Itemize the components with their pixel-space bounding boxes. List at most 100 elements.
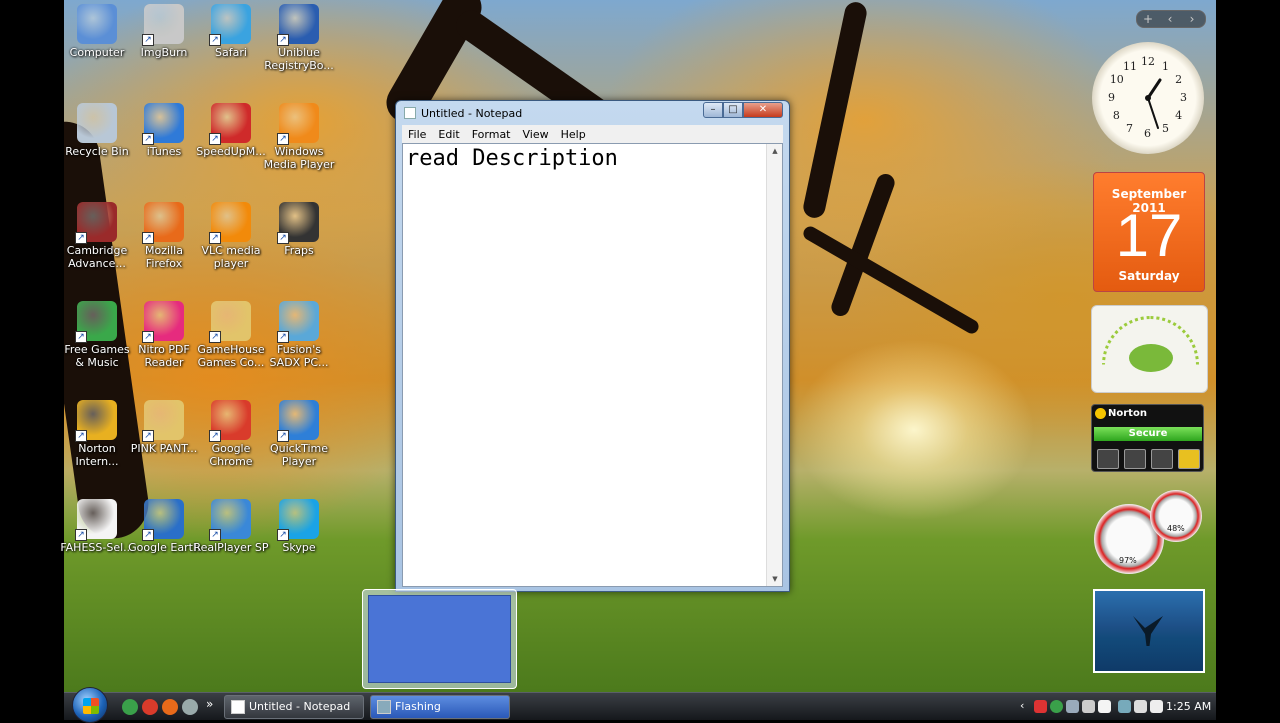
taskbar-button-flashing[interactable]: Flashing <box>370 695 510 719</box>
prev-gadget-button[interactable]: ‹ <box>1159 11 1181 27</box>
norton-update-icon[interactable] <box>1178 449 1200 469</box>
scroll-up-icon[interactable]: ▲ <box>767 144 783 158</box>
document-icon: ↗ <box>75 499 117 541</box>
desktop-icon[interactable]: Computer <box>59 4 135 59</box>
tray-expand-icon[interactable]: ‹ <box>1020 699 1024 712</box>
desktop-icon[interactable]: ↗ Nitro PDF Reader <box>126 301 202 369</box>
desktop-icon-label: GameHouse Games Co... <box>197 343 265 369</box>
desktop-icon[interactable]: ↗ Windows Media Player <box>261 103 337 171</box>
book-icon: ↗ <box>75 202 117 244</box>
clock-gadget[interactable]: 12 1 2 3 4 5 6 7 8 9 10 11 <box>1092 42 1204 154</box>
desktop-icon[interactable]: ↗ Uniblue RegistryBo... <box>261 4 337 72</box>
tray-shield-icon[interactable] <box>1034 700 1047 713</box>
desktop-icon[interactable]: ↗ Google Earth <box>126 499 202 554</box>
clock-number: 5 <box>1162 122 1169 136</box>
recycle-bin-icon <box>77 103 117 143</box>
scroll-down-icon[interactable]: ▼ <box>767 572 783 586</box>
desktop-icon[interactable]: ↗ QuickTime Player <box>261 400 337 468</box>
desktop-icon[interactable]: ↗ Norton Intern... <box>59 400 135 468</box>
text-area[interactable]: read Description ▲ ▼ <box>402 143 783 587</box>
disc-icon: ↗ <box>142 4 184 46</box>
desktop-icon-label: Nitro PDF Reader <box>138 343 190 369</box>
menu-bar: File Edit Format View Help <box>402 125 783 143</box>
menu-help[interactable]: Help <box>555 128 592 141</box>
quicklaunch-icon[interactable] <box>142 699 158 715</box>
desktop-icon[interactable]: ↗ FAHESS-Sel... <box>59 499 135 554</box>
taskbar-label: Flashing <box>395 700 441 713</box>
norton-settings-icon[interactable] <box>1124 449 1146 469</box>
desktop-icon[interactable]: Recycle Bin <box>59 103 135 158</box>
menu-edit[interactable]: Edit <box>432 128 465 141</box>
tray-app-icon[interactable] <box>1066 700 1079 713</box>
menu-format[interactable]: Format <box>466 128 517 141</box>
tray-app-icon[interactable] <box>1082 700 1095 713</box>
slideshow-gadget[interactable] <box>1093 589 1205 673</box>
clock-number: 12 <box>1141 55 1155 68</box>
menu-view[interactable]: View <box>517 128 555 141</box>
gadget-toolbar: + ‹ › <box>1136 10 1206 28</box>
volume-icon[interactable] <box>1150 700 1163 713</box>
notepad-window[interactable]: Untitled - Notepad – □ ✕ File Edit Forma… <box>395 100 790 592</box>
desktop-icon[interactable]: ↗ PINK PANT... <box>126 400 202 455</box>
menu-file[interactable]: File <box>402 128 432 141</box>
desktop-icon-label: Fraps <box>284 244 314 257</box>
window-title: Untitled - Notepad <box>421 106 523 120</box>
desktop-icon[interactable]: ↗ ImgBurn <box>126 4 202 59</box>
desktop-icon[interactable]: ↗ Free Games & Music <box>59 301 135 369</box>
desktop-icon-label: Cambridge Advance... <box>66 244 128 270</box>
close-button[interactable]: ✕ <box>743 102 783 118</box>
tray-app-icon[interactable] <box>1134 700 1147 713</box>
notepad-icon <box>231 700 245 714</box>
tray-green-icon[interactable] <box>1050 700 1063 713</box>
desktop-icon[interactable]: ↗ VLC media player <box>193 202 269 270</box>
desktop-icon-label: Fusion's SADX PC... <box>269 343 329 369</box>
shortcut-arrow-icon: ↗ <box>75 331 87 343</box>
desktop-icon[interactable]: ↗ Skype <box>261 499 337 554</box>
desktop-icon[interactable]: ↗ Cambridge Advance... <box>59 202 135 270</box>
tree-branch <box>801 0 869 220</box>
desktop-icon-label: QuickTime Player <box>269 442 329 468</box>
desktop-icon[interactable]: ↗ Fusion's SADX PC... <box>261 301 337 369</box>
norton-gadget[interactable]: Norton Secure <box>1091 404 1204 472</box>
norton-status: Secure <box>1094 427 1202 441</box>
norton-network-icon[interactable] <box>1151 449 1173 469</box>
clock-number: 7 <box>1126 122 1133 136</box>
desktop-icon-label: SpeedUpM... <box>196 145 266 158</box>
memory-meter-gadget[interactable]: 48% <box>1150 490 1202 542</box>
desktop-icon-label: PINK PANT... <box>130 442 198 455</box>
folder-icon: ↗ <box>142 400 184 442</box>
shortcut-arrow-icon: ↗ <box>142 133 154 145</box>
maximize-button[interactable]: □ <box>723 102 743 118</box>
quicklaunch-icon[interactable] <box>122 699 138 715</box>
shortcut-arrow-icon: ↗ <box>277 34 289 46</box>
vertical-scrollbar[interactable]: ▲ ▼ <box>766 144 782 586</box>
taskbar-button-notepad[interactable]: Untitled - Notepad <box>224 695 364 719</box>
minimize-button[interactable]: – <box>703 102 723 118</box>
tray-app-icon[interactable] <box>1098 700 1111 713</box>
desktop-icon[interactable]: ↗ Fraps <box>261 202 337 257</box>
desktop-icon[interactable]: ↗ GameHouse Games Co... <box>193 301 269 369</box>
add-gadget-button[interactable]: + <box>1137 11 1159 27</box>
window-thumbnail-preview[interactable] <box>362 589 517 689</box>
desktop-icon-label: Computer <box>69 46 125 59</box>
calendar-gadget[interactable]: September 2011 17 Saturday <box>1093 172 1205 292</box>
desktop-icon[interactable]: ↗ RealPlayer SP <box>193 499 269 554</box>
start-button[interactable] <box>72 687 108 723</box>
title-bar[interactable]: Untitled - Notepad <box>404 105 522 121</box>
quicklaunch-icon[interactable] <box>182 699 198 715</box>
desktop-icon[interactable]: ↗ Google Chrome <box>193 400 269 468</box>
desktop-icon[interactable]: ↗ iTunes <box>126 103 202 158</box>
power-gadget[interactable] <box>1091 305 1208 393</box>
norton-scan-icon[interactable] <box>1097 449 1119 469</box>
desktop-icon-label: Google Chrome <box>209 442 253 468</box>
desktop-icon[interactable]: ↗ Safari <box>193 4 269 59</box>
network-icon[interactable] <box>1118 700 1131 713</box>
quicklaunch-more-button[interactable]: » <box>206 697 213 711</box>
clock-time[interactable]: 1:25 AM <box>1166 700 1211 713</box>
desktop-icon[interactable]: ↗ SpeedUpM... <box>193 103 269 158</box>
desktop-icon-label: Norton Intern... <box>75 442 119 468</box>
quicklaunch-icon[interactable] <box>162 699 178 715</box>
next-gadget-button[interactable]: › <box>1181 11 1203 27</box>
document-text[interactable]: read Description <box>406 146 618 171</box>
desktop-icon[interactable]: ↗ Mozilla Firefox <box>126 202 202 270</box>
